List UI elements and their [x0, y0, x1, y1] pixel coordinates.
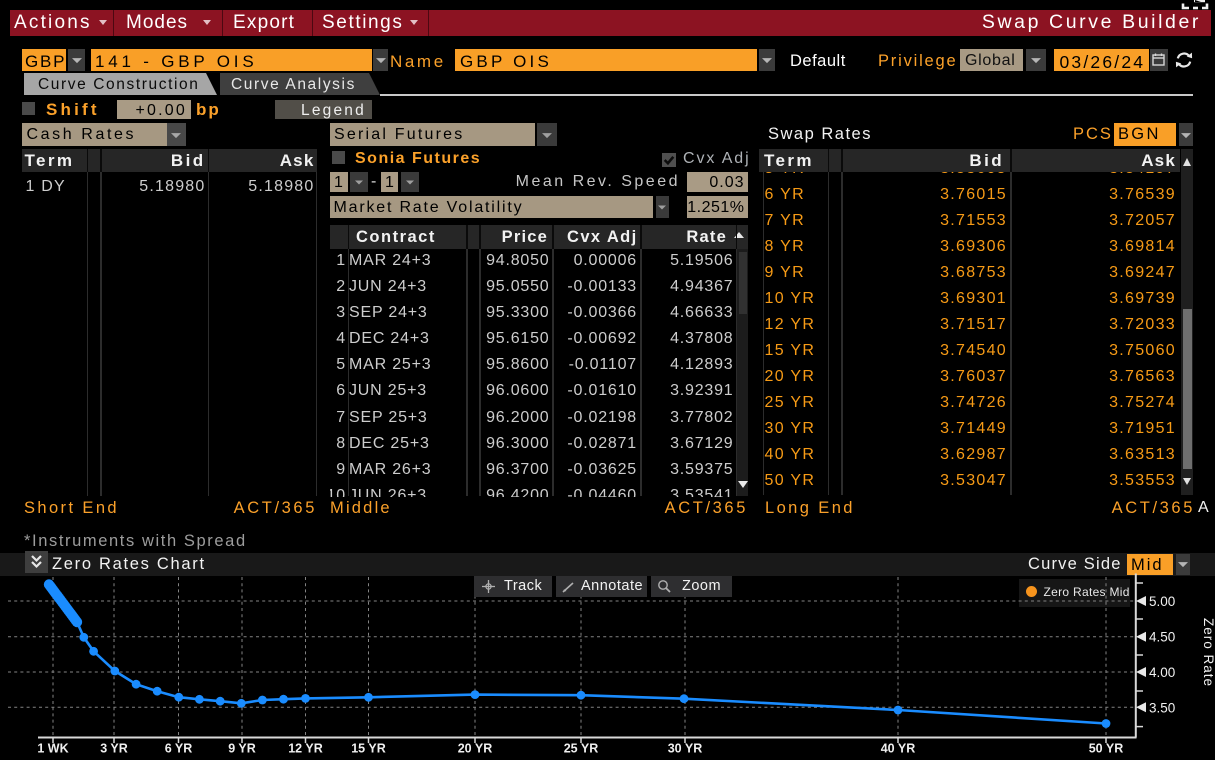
svg-text:Zero Rate: Zero Rate — [1201, 618, 1215, 687]
svg-text:30 YR: 30 YR — [668, 742, 703, 756]
svg-text:1 WK: 1 WK — [37, 742, 68, 756]
svg-text:25 YR: 25 YR — [564, 742, 599, 756]
svg-text:5.00: 5.00 — [1149, 594, 1175, 609]
svg-text:4.00: 4.00 — [1149, 665, 1175, 680]
svg-text:6 YR: 6 YR — [165, 742, 193, 756]
svg-text:50 YR: 50 YR — [1089, 742, 1124, 756]
svg-text:9 YR: 9 YR — [228, 742, 256, 756]
svg-text:3 YR: 3 YR — [100, 742, 128, 756]
svg-text:3.50: 3.50 — [1149, 700, 1175, 715]
svg-text:20 YR: 20 YR — [458, 742, 493, 756]
svg-text:12 YR: 12 YR — [288, 742, 323, 756]
svg-text:15 YR: 15 YR — [351, 742, 386, 756]
svg-text:4.50: 4.50 — [1149, 630, 1175, 645]
svg-text:40 YR: 40 YR — [881, 742, 916, 756]
